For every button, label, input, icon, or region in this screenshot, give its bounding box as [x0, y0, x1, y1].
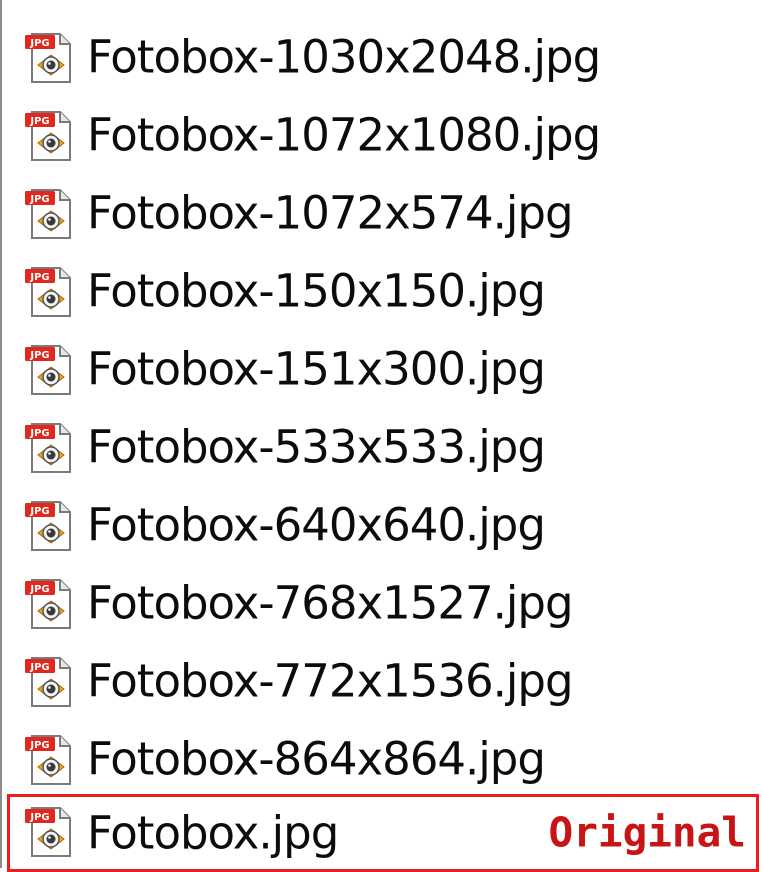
file-name: Fotobox-640x640.jpg	[87, 498, 546, 552]
jpg-file-icon: JPG	[24, 655, 74, 709]
file-name: Fotobox.jpg	[87, 806, 339, 860]
jpg-file-icon: JPG	[24, 733, 74, 787]
file-row[interactable]: JPG Fotobox-1030x2048.jpg	[7, 18, 759, 96]
svg-text:JPG: JPG	[29, 506, 49, 517]
jpg-file-icon: JPG	[24, 805, 74, 859]
svg-text:JPG: JPG	[29, 272, 49, 283]
svg-text:JPG: JPG	[29, 194, 49, 205]
file-row[interactable]: JPG Fotobox-151x300.jpg	[7, 330, 759, 408]
file-name: Fotobox-533x533.jpg	[87, 420, 546, 474]
file-name: Fotobox-1030x2048.jpg	[87, 30, 601, 84]
file-name: Fotobox-150x150.jpg	[87, 264, 546, 318]
svg-text:JPG: JPG	[29, 740, 49, 751]
file-row[interactable]: JPG Fotobox-640x640.jpg	[7, 486, 759, 564]
jpg-file-icon: JPG	[24, 499, 74, 553]
jpg-file-icon: JPG	[24, 421, 74, 475]
file-row[interactable]: JPG Fotobox-1072x1080.jpg	[7, 96, 759, 174]
svg-text:JPG: JPG	[29, 350, 49, 361]
file-name: Fotobox-1072x574.jpg	[87, 186, 574, 240]
file-name: Fotobox-151x300.jpg	[87, 342, 546, 396]
file-row-original[interactable]: JPG Fotobox.jpg Original	[7, 794, 759, 872]
file-name: Fotobox-772x1536.jpg	[87, 654, 574, 708]
file-row[interactable]: JPG Fotobox-772x1536.jpg	[7, 642, 759, 720]
svg-text:JPG: JPG	[29, 116, 49, 127]
file-row[interactable]: JPG Fotobox-533x533.jpg	[7, 408, 759, 486]
jpg-file-icon: JPG	[24, 577, 74, 631]
file-list: JPG Fotobox-1030x2048.jpg JPG Fotobox-10…	[0, 0, 763, 872]
file-name: Fotobox-768x1527.jpg	[87, 576, 574, 630]
file-row[interactable]: JPG Fotobox-768x1527.jpg	[7, 564, 759, 642]
jpg-file-icon: JPG	[24, 109, 74, 163]
svg-text:JPG: JPG	[29, 662, 49, 673]
jpg-file-icon: JPG	[24, 265, 74, 319]
file-name: Fotobox-864x864.jpg	[87, 732, 546, 786]
jpg-file-icon: JPG	[24, 31, 74, 85]
jpg-file-icon: JPG	[24, 343, 74, 397]
file-name: Fotobox-1072x1080.jpg	[87, 108, 601, 162]
jpg-file-icon: JPG	[24, 187, 74, 241]
svg-text:JPG: JPG	[29, 38, 49, 49]
file-row[interactable]: JPG Fotobox-864x864.jpg	[7, 720, 759, 798]
original-annotation: Original	[548, 808, 746, 857]
svg-text:JPG: JPG	[29, 812, 49, 823]
file-row[interactable]: JPG Fotobox-1072x574.jpg	[7, 174, 759, 252]
file-row[interactable]: JPG Fotobox-150x150.jpg	[7, 252, 759, 330]
svg-text:JPG: JPG	[29, 584, 49, 595]
svg-text:JPG: JPG	[29, 428, 49, 439]
